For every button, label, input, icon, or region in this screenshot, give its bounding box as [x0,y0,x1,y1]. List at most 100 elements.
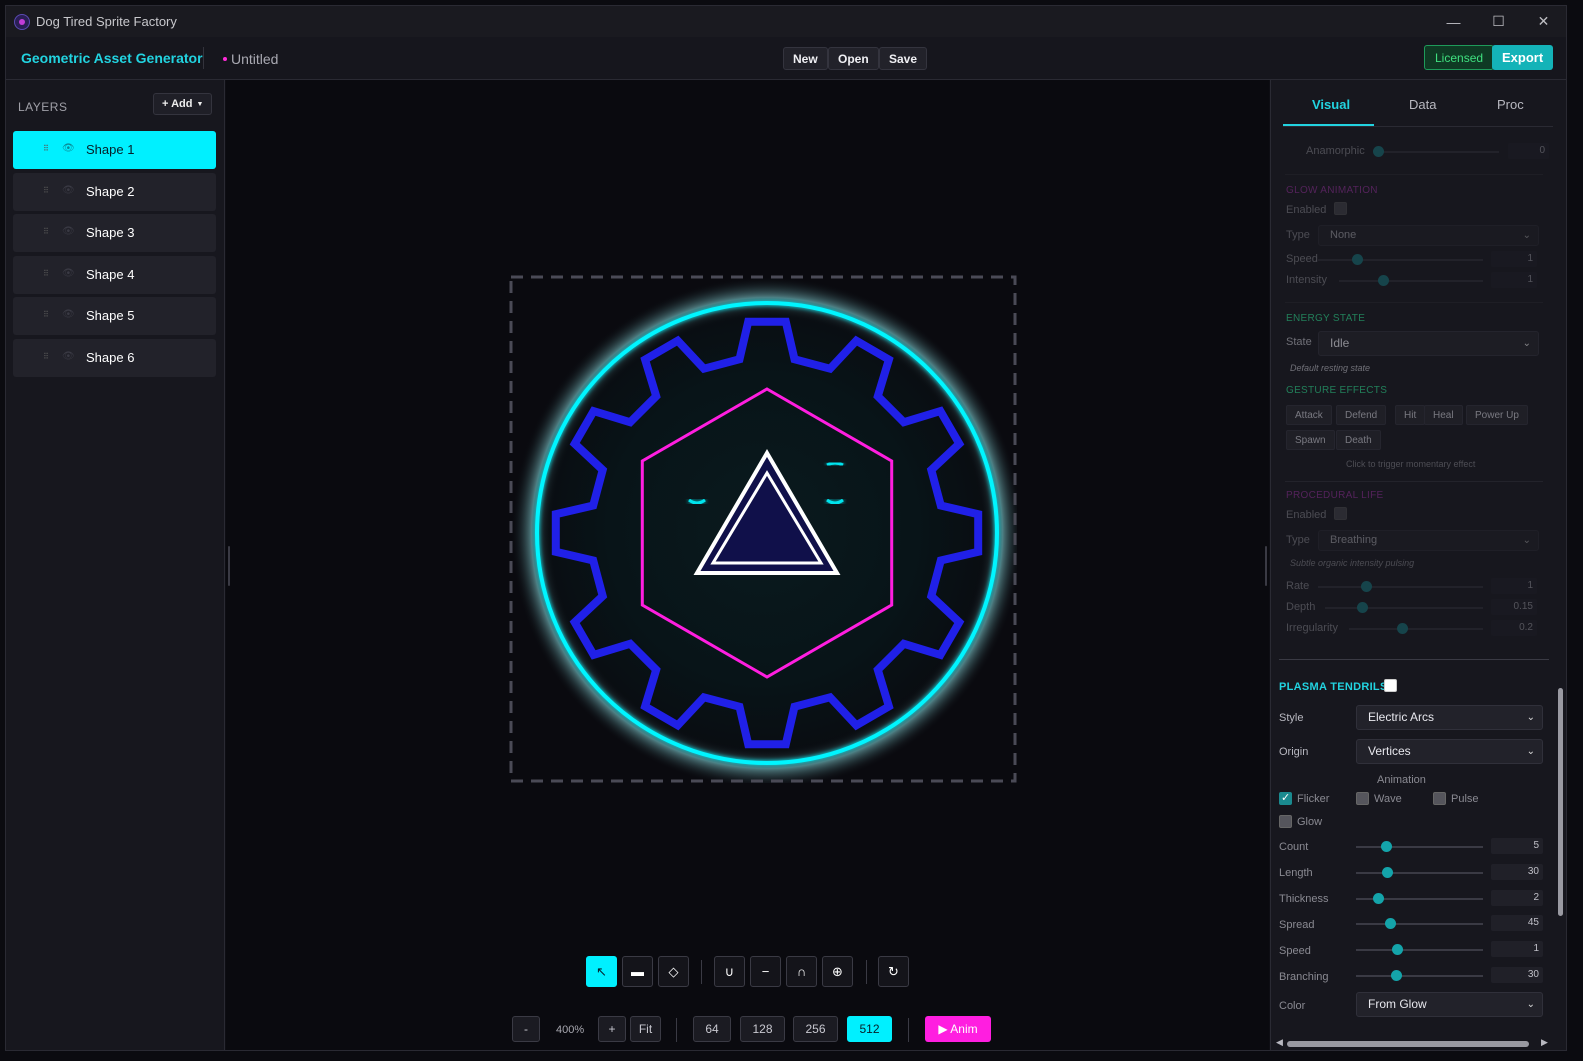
life-irregularity-value[interactable]: 0.2 [1491,620,1537,636]
spread-knob[interactable] [1385,918,1396,929]
drag-handle-icon[interactable]: ⠿ [43,186,49,195]
glow-speed-slider[interactable] [1318,259,1483,261]
gesture-spawn-button[interactable]: Spawn [1286,430,1335,450]
drag-handle-icon[interactable]: ⠿ [43,144,49,153]
drag-handle-icon[interactable]: ⠿ [43,269,49,278]
life-depth-knob[interactable] [1357,602,1368,613]
gesture-power-up-button[interactable]: Power Up [1466,405,1528,425]
origin-select[interactable]: Vertices ⌄ [1356,739,1543,764]
scroll-left-icon[interactable]: ◀ [1276,1037,1283,1048]
count-value[interactable]: 5 [1491,838,1543,854]
eye-icon[interactable]: 👁 [62,143,75,154]
glow-intensity-value[interactable]: 1 [1491,272,1537,288]
eye-icon[interactable]: 👁 [62,185,75,196]
speed-value[interactable]: 1 [1491,941,1543,957]
save-button[interactable]: Save [879,47,928,70]
size-128-button[interactable]: 128 [740,1016,785,1042]
plasma-tendrils-checkbox[interactable] [1384,679,1397,692]
thickness-knob[interactable] [1373,893,1384,904]
resize-handle-right[interactable] [1265,546,1267,586]
anim-button[interactable]: ▶ Anim [925,1016,991,1042]
union-icon[interactable]: ∪ [714,956,745,987]
maximize-icon[interactable]: ☐ [1476,6,1521,37]
anamorphic-slider[interactable] [1375,151,1499,153]
speed-slider[interactable] [1356,949,1483,951]
gesture-attack-button[interactable]: Attack [1286,405,1332,425]
branching-value[interactable]: 30 [1491,967,1543,983]
speed-knob[interactable] [1392,944,1403,955]
glow-checkbox[interactable] [1279,815,1292,828]
tab-data[interactable]: Data [1409,97,1436,112]
glow-intensity-slider[interactable] [1339,280,1483,282]
zoom-out-button[interactable]: - [512,1016,540,1042]
layer-item[interactable]: ⠿ 👁 Shape 5 [13,297,216,335]
gesture-hit-button[interactable]: Hit [1395,405,1426,425]
pulse-checkbox[interactable] [1433,792,1446,805]
eye-icon[interactable]: 👁 [62,226,75,237]
glow-intensity-knob[interactable] [1378,275,1389,286]
resize-handle-left[interactable] [228,546,230,586]
thickness-value[interactable]: 2 [1491,890,1543,906]
fit-button[interactable]: Fit [630,1016,661,1042]
reset-icon[interactable]: ↻ [878,956,909,987]
life-enabled-checkbox[interactable] [1334,507,1347,520]
length-value[interactable]: 30 [1491,864,1543,880]
close-icon[interactable]: ✕ [1521,6,1566,37]
vertical-scroll-thumb[interactable] [1558,688,1563,916]
gesture-defend-button[interactable]: Defend [1336,405,1387,425]
glow-speed-knob[interactable] [1352,254,1363,265]
sprite-preview[interactable] [509,275,1017,783]
eye-icon[interactable]: 👁 [62,309,75,320]
size-64-button[interactable]: 64 [693,1016,731,1042]
gesture-death-button[interactable]: Death [1336,430,1381,450]
wave-checkbox[interactable] [1356,792,1369,805]
layer-item[interactable]: ⠿ 👁 Shape 4 [13,256,216,294]
branching-knob[interactable] [1391,970,1402,981]
licensed-badge[interactable]: Licensed [1424,45,1495,70]
layer-item[interactable]: ⠿ 👁 Shape 2 [13,173,216,211]
anamorphic-knob[interactable] [1373,146,1384,157]
new-button[interactable]: New [783,47,828,70]
count-knob[interactable] [1381,841,1392,852]
node-tool-icon[interactable]: ◇ [658,956,689,987]
tab-proc[interactable]: Proc [1497,97,1524,112]
layer-item[interactable]: ⠿ 👁 Shape 6 [13,339,216,377]
anamorphic-value[interactable]: 0 [1508,143,1549,159]
open-button[interactable]: Open [828,47,879,70]
drag-handle-icon[interactable]: ⠿ [43,227,49,236]
length-knob[interactable] [1382,867,1393,878]
eye-icon[interactable]: 👁 [62,268,75,279]
drag-handle-icon[interactable]: ⠿ [43,352,49,361]
exclude-icon[interactable]: ⊕ [822,956,853,987]
life-rate-value[interactable]: 1 [1491,578,1537,594]
life-depth-value[interactable]: 0.15 [1491,599,1537,615]
horizontal-scroll-thumb[interactable] [1287,1041,1529,1047]
life-depth-slider[interactable] [1325,607,1483,609]
layer-item[interactable]: ⠿ 👁 Shape 1 [13,131,216,169]
size-512-button[interactable]: 512 [847,1016,892,1042]
export-button[interactable]: Export [1492,45,1554,70]
canvas-area[interactable]: ↖ ▬ ◇ ∪ − ∩ ⊕ ↻ - 400% + Fit 64 128 256 … [226,80,1269,1050]
life-rate-slider[interactable] [1318,586,1483,588]
state-select[interactable]: Idle ⌄ [1318,331,1539,356]
pen-tool-icon[interactable]: ▬ [622,956,653,987]
color-select[interactable]: From Glow ⌄ [1356,992,1543,1017]
intersect-icon[interactable]: ∩ [786,956,817,987]
size-256-button[interactable]: 256 [793,1016,838,1042]
life-type-select[interactable]: Breathing ⌄ [1318,530,1539,551]
style-select[interactable]: Electric Arcs ⌄ [1356,705,1543,730]
life-irregularity-slider[interactable] [1349,628,1483,630]
layer-item[interactable]: ⠿ 👁 Shape 3 [13,214,216,252]
minimize-icon[interactable]: — [1431,6,1476,37]
add-layer-button[interactable]: + Add ▼ [153,93,213,115]
eye-icon[interactable]: 👁 [62,351,75,362]
drag-handle-icon[interactable]: ⠿ [43,310,49,319]
spread-slider[interactable] [1356,923,1483,925]
gesture-heal-button[interactable]: Heal [1424,405,1463,425]
zoom-in-button[interactable]: + [598,1016,626,1042]
select-tool-icon[interactable]: ↖ [586,956,617,987]
glow-type-select[interactable]: None ⌄ [1318,225,1539,246]
branching-slider[interactable] [1356,975,1483,977]
length-slider[interactable] [1356,872,1483,874]
subtract-icon[interactable]: − [750,956,781,987]
